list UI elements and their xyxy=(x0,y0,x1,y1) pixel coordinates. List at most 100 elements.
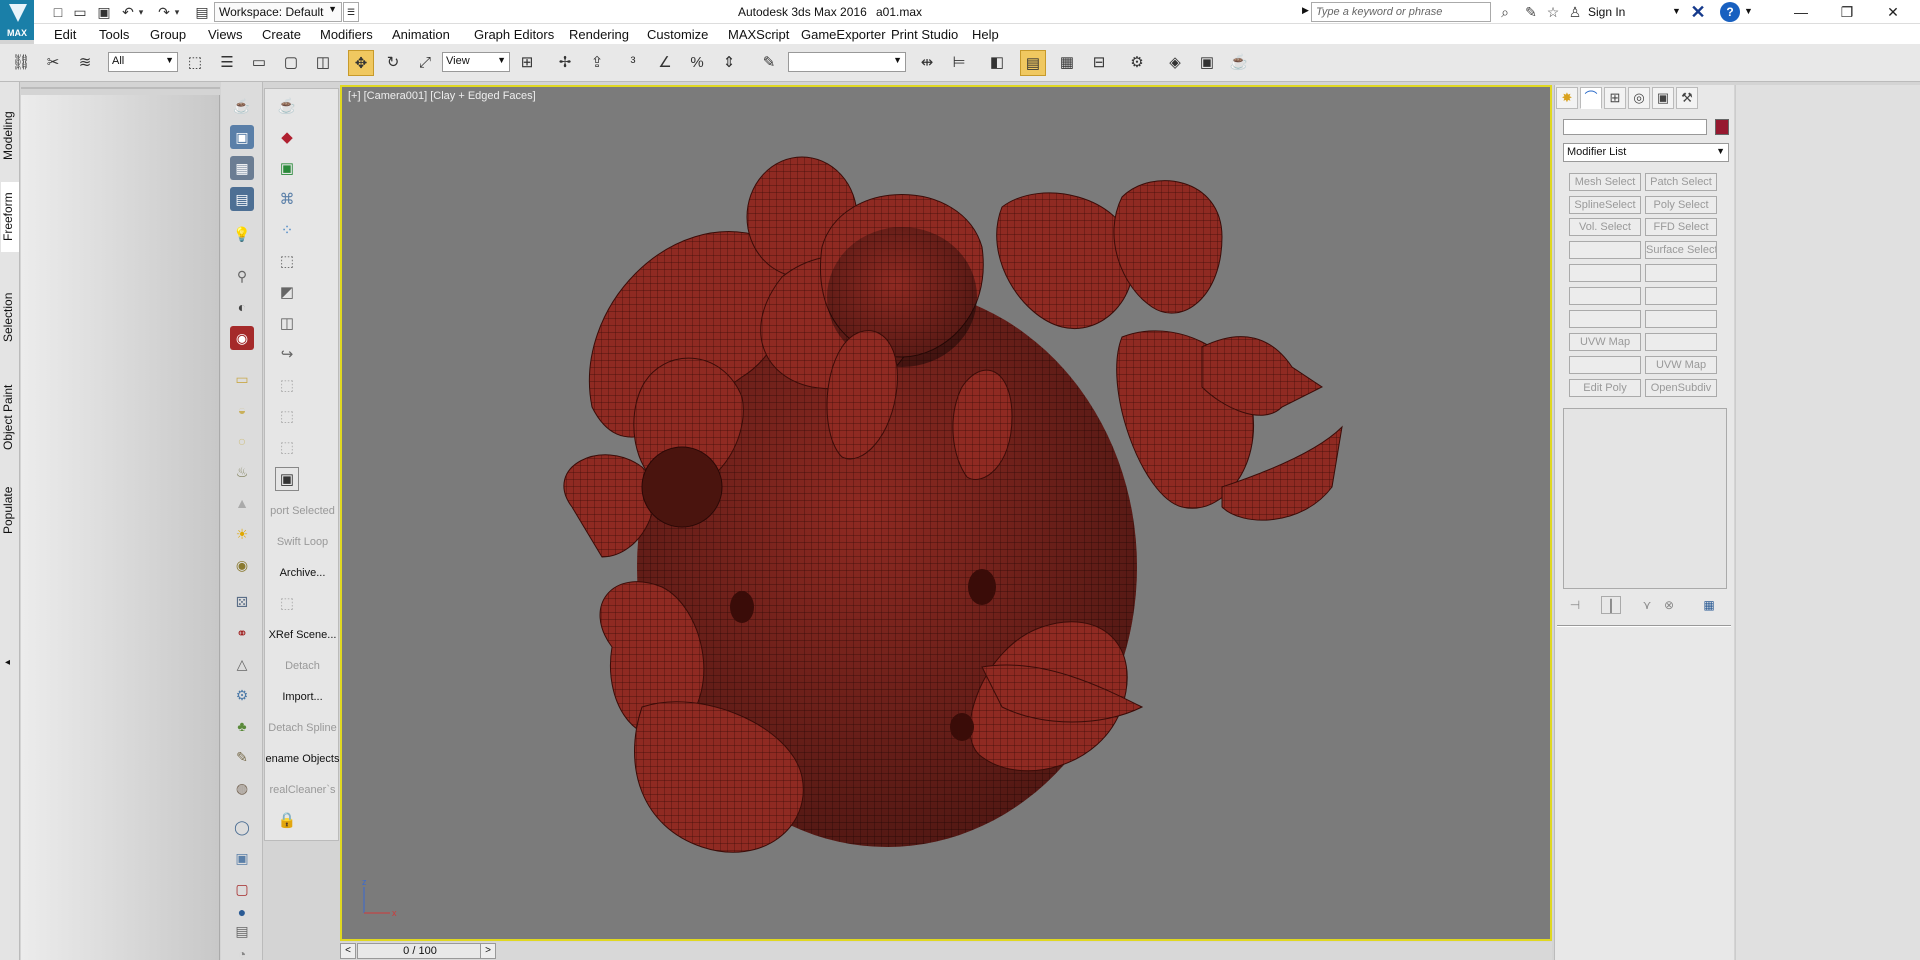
modifier-slot-button[interactable] xyxy=(1569,264,1641,282)
rig-icon[interactable]: ⚲ xyxy=(230,264,254,288)
sun-icon[interactable]: ☀ xyxy=(230,522,254,546)
sphere-icon[interactable]: ◐ xyxy=(230,295,254,319)
cube-shade-icon[interactable]: ◩ xyxy=(275,281,299,305)
undo-dropdown-icon[interactable]: ▾ xyxy=(133,4,149,20)
tab-populate[interactable]: Populate xyxy=(1,475,19,545)
tab-object-paint[interactable]: Object Paint xyxy=(1,372,19,462)
chevron-down-icon[interactable]: ▼ xyxy=(1672,6,1681,16)
texture-sphere-icon[interactable]: ◍ xyxy=(230,776,254,800)
surface-select-button[interactable]: Surface Select xyxy=(1645,241,1717,259)
select-and-scale-icon[interactable]: ⤢ xyxy=(412,50,438,76)
remove-modifier-icon[interactable]: ⊗ xyxy=(1659,596,1679,614)
pin-stack-icon[interactable]: ⊣ xyxy=(1565,596,1585,614)
bowl-icon[interactable]: ♨ xyxy=(230,460,254,484)
reference-coordinate-dropdown[interactable]: View ▼ xyxy=(442,52,510,72)
window-crossing-icon[interactable]: ▢ xyxy=(278,50,304,76)
show-end-result-icon[interactable]: ┃ xyxy=(1601,596,1621,614)
named-selection-dropdown[interactable]: ▼ xyxy=(788,52,906,72)
menu-maxscript[interactable]: MAXScript xyxy=(728,27,789,42)
table-icon[interactable]: ▤ xyxy=(230,187,254,211)
modifier-slot-button[interactable] xyxy=(1645,287,1717,305)
molecule-icon[interactable]: ⚭ xyxy=(230,621,254,645)
redirect-arrow-icon[interactable]: ↪ xyxy=(275,343,299,367)
tab-freeform[interactable]: Freeform xyxy=(1,182,19,252)
close-icon[interactable]: ✕ xyxy=(1870,0,1916,24)
sign-in-link[interactable]: Sign In xyxy=(1588,5,1625,19)
render-frame-icon[interactable]: ▣ xyxy=(230,125,254,149)
select-and-rotate-icon[interactable]: ↻ xyxy=(380,50,406,76)
object-color-swatch[interactable] xyxy=(1715,119,1729,135)
cube-wire-icon[interactable]: ⬚ xyxy=(275,250,299,274)
menu-gameexporter[interactable]: GameExporter xyxy=(801,27,886,42)
green-render-icon[interactable]: ▣ xyxy=(275,157,299,181)
curve-editor-icon[interactable]: ⊟ xyxy=(1086,50,1112,76)
percent-snap-icon[interactable]: % xyxy=(684,50,710,76)
snaps-toggle-icon[interactable]: ³ xyxy=(620,50,646,76)
menu-graph-editors[interactable]: Graph Editors xyxy=(474,27,554,42)
modifier-slot-button[interactable] xyxy=(1645,310,1717,328)
menu-views[interactable]: Views xyxy=(208,27,242,42)
select-and-move-icon[interactable]: ✥ xyxy=(348,50,374,76)
gear-icon[interactable]: ⚙ xyxy=(230,683,254,707)
particles-icon[interactable]: ⁘ xyxy=(275,219,299,243)
cube-plus-icon[interactable]: ⬚ xyxy=(275,405,299,429)
unlink-icon[interactable]: ✂ xyxy=(40,50,66,76)
modifier-stack-list[interactable] xyxy=(1563,408,1727,589)
ribbon-minimize-icon[interactable]: ◂ xyxy=(5,657,10,668)
menu-animation[interactable]: Animation xyxy=(392,27,450,42)
viewport-camera001[interactable]: [+] [Camera001] [Clay + Edged Faces] z x xyxy=(340,85,1552,941)
ffd-select-button[interactable]: FFD Select xyxy=(1645,218,1717,236)
utilities-tab-icon[interactable]: ⚒ xyxy=(1676,87,1698,109)
redo-dropdown-icon[interactable]: ▾ xyxy=(169,4,185,20)
workspace-dropdown[interactable]: Workspace: Default ▼ xyxy=(214,2,342,22)
layer-manager-icon[interactable]: ◧ xyxy=(984,50,1010,76)
save-file-icon[interactable]: ▣ xyxy=(96,4,112,20)
box-icon[interactable]: ⬚ xyxy=(275,592,299,616)
keyboard-shortcut-override-icon[interactable]: ⇪ xyxy=(584,50,610,76)
plane-icon[interactable]: ▭ xyxy=(230,367,254,391)
grass-icon[interactable]: ♣ xyxy=(230,714,254,738)
modifier-slot-button[interactable] xyxy=(1569,287,1641,305)
select-by-name-icon[interactable]: ☰ xyxy=(214,50,240,76)
help-icon[interactable]: ? xyxy=(1720,2,1740,22)
cube-minus-icon[interactable]: ⬚ xyxy=(275,436,299,460)
exchange-apps-icon[interactable]: ✕ xyxy=(1688,2,1708,22)
batch-render-icon[interactable]: ▣ xyxy=(230,846,254,870)
search-expand-icon[interactable]: ▶ xyxy=(1302,5,1309,16)
poly-select-button[interactable]: Poly Select xyxy=(1645,196,1717,214)
modifier-slot-button[interactable] xyxy=(1569,310,1641,328)
make-unique-icon[interactable]: ⋎ xyxy=(1637,596,1657,614)
render-setup-icon[interactable]: ▣ xyxy=(1194,50,1220,76)
cube-add-icon[interactable]: ⬚ xyxy=(275,374,299,398)
globe-icon[interactable]: ◯ xyxy=(230,815,254,839)
menu-modifiers[interactable]: Modifiers xyxy=(320,27,373,42)
pyramid-icon[interactable]: △ xyxy=(230,652,254,676)
menu-group[interactable]: Group xyxy=(150,27,186,42)
selection-filter-dropdown[interactable]: All ▼ xyxy=(108,52,178,72)
select-and-link-icon[interactable]: ⛓ xyxy=(8,50,34,76)
communication-center-icon[interactable]: ✎ xyxy=(1522,3,1540,21)
binoculars-icon[interactable]: ⌕ xyxy=(1496,3,1514,21)
project-folder-icon[interactable]: ▤ xyxy=(194,4,210,20)
object-name-field[interactable] xyxy=(1563,119,1707,135)
spinner-snap-icon[interactable]: ⇕ xyxy=(716,50,742,76)
detach-button[interactable]: Detach xyxy=(265,660,340,672)
patch-select-button[interactable]: Patch Select xyxy=(1645,173,1717,191)
vol-select-button[interactable]: Vol. Select xyxy=(1569,218,1641,236)
uvw-map-button[interactable]: UVW Map xyxy=(1569,333,1641,351)
menu-help[interactable]: Help xyxy=(972,27,999,42)
new-file-icon[interactable]: □ xyxy=(50,4,66,20)
lightbulb-icon[interactable]: 💡 xyxy=(230,222,254,246)
teapot-icon[interactable]: ☕ xyxy=(230,94,254,118)
realcleaner-button[interactable]: realCleaner`s xyxy=(265,784,340,796)
edit-named-selection-icon[interactable]: ✎ xyxy=(756,50,782,76)
modify-tab-icon[interactable]: ⌒ xyxy=(1580,87,1602,109)
import-selected-button[interactable]: port Selected xyxy=(265,505,340,517)
spline-select-button[interactable]: SplineSelect xyxy=(1569,196,1641,214)
scene-explorer-icon[interactable]: ▤ xyxy=(1020,50,1046,76)
panel-icon[interactable]: ▤ xyxy=(230,919,254,943)
menu-customize[interactable]: Customize xyxy=(647,27,708,42)
lock-icon[interactable]: 🔒 xyxy=(275,809,299,833)
window-crossing-2-icon[interactable]: ◫ xyxy=(310,50,336,76)
select-object-icon[interactable]: ⬚ xyxy=(182,50,208,76)
